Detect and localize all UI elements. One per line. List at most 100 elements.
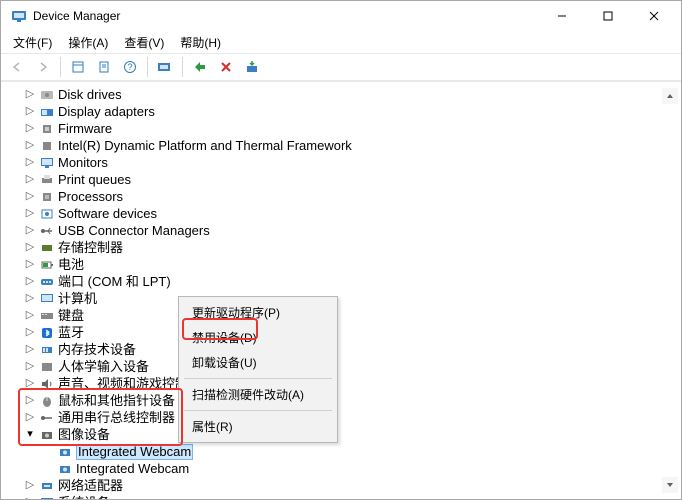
chevron-right-icon[interactable]: ▷ — [23, 103, 37, 120]
node-system-devices[interactable]: ▷系统设备 — [5, 494, 677, 499]
device-manager-window: Device Manager 文件(F) 操作(A) 查看(V) 帮助(H) ?… — [0, 0, 682, 500]
node-firmware[interactable]: ▷Firmware — [5, 120, 677, 137]
chevron-right-icon[interactable]: ▷ — [23, 358, 37, 375]
enable-button[interactable] — [188, 55, 212, 79]
chevron-right-icon[interactable]: ▷ — [23, 171, 37, 188]
menu-action[interactable]: 操作(A) — [62, 32, 114, 53]
menu-help[interactable]: 帮助(H) — [174, 32, 227, 53]
node-software-devices[interactable]: ▷Software devices — [5, 205, 677, 222]
toolbar: ? — [1, 53, 681, 81]
usb-icon — [39, 223, 55, 239]
chevron-right-icon[interactable]: ▷ — [23, 324, 37, 341]
node-usb-connectors[interactable]: ▷USB Connector Managers — [5, 222, 677, 239]
node-network-adapters[interactable]: ▷网络适配器 — [5, 477, 677, 494]
chip-icon — [39, 121, 55, 137]
app-icon — [11, 8, 27, 24]
mouse-icon — [39, 393, 55, 409]
node-hid[interactable]: ▷人体学输入设备 — [5, 358, 677, 375]
chevron-right-icon[interactable]: ▷ — [23, 409, 37, 426]
node-disk-drives[interactable]: ▷Disk drives — [5, 86, 677, 103]
chevron-right-icon[interactable]: ▷ — [23, 222, 37, 239]
network-icon — [39, 478, 55, 494]
chevron-right-icon[interactable]: ▷ — [23, 392, 37, 409]
gpu-icon — [39, 104, 55, 120]
node-storage-controllers[interactable]: ▷存储控制器 — [5, 239, 677, 256]
ctx-separator1 — [184, 378, 332, 379]
software-icon — [39, 206, 55, 222]
node-display-adapters[interactable]: ▷Display adapters — [5, 103, 677, 120]
scroll-up-icon[interactable] — [662, 88, 678, 104]
menubar: 文件(F) 操作(A) 查看(V) 帮助(H) — [1, 31, 681, 53]
hid-icon — [39, 359, 55, 375]
node-imaging-devices[interactable]: ▾图像设备 — [5, 426, 677, 443]
maximize-button[interactable] — [585, 1, 631, 31]
node-intel-dptf[interactable]: ▷Intel(R) Dynamic Platform and Thermal F… — [5, 137, 677, 154]
node-sound[interactable]: ▷声音、视频和游戏控制 — [5, 375, 677, 392]
chevron-right-icon[interactable]: ▷ — [23, 256, 37, 273]
node-memory-tech[interactable]: ▷内存技术设备 — [5, 341, 677, 358]
titlebar: Device Manager — [1, 1, 681, 31]
bluetooth-icon — [39, 325, 55, 341]
node-print-queues[interactable]: ▷Print queues — [5, 171, 677, 188]
battery-icon — [39, 257, 55, 273]
node-integrated-webcam-2[interactable]: Integrated Webcam — [5, 460, 677, 477]
memory-icon — [39, 342, 55, 358]
node-keyboard[interactable]: ▷键盘 — [5, 307, 677, 324]
scroll-down-icon[interactable] — [662, 477, 678, 493]
chevron-down-icon[interactable]: ▾ — [23, 426, 37, 443]
menu-file[interactable]: 文件(F) — [7, 32, 58, 53]
chevron-right-icon[interactable]: ▷ — [23, 290, 37, 307]
port-icon — [39, 274, 55, 290]
vertical-scrollbar[interactable] — [662, 88, 678, 493]
chevron-right-icon[interactable]: ▷ — [23, 86, 37, 103]
chevron-right-icon[interactable]: ▷ — [23, 205, 37, 222]
ctx-update-driver[interactable]: 更新驱动程序(P) — [182, 300, 334, 325]
chevron-right-icon[interactable]: ▷ — [23, 307, 37, 324]
node-mouse[interactable]: ▷鼠标和其他指针设备 — [5, 392, 677, 409]
help-button[interactable]: ? — [118, 55, 142, 79]
chevron-right-icon[interactable]: ▷ — [23, 273, 37, 290]
device-tree[interactable]: ▷Disk drives ▷Display adapters ▷Firmware… — [3, 86, 679, 499]
ctx-disable-device[interactable]: 禁用设备(D) — [182, 325, 334, 350]
chevron-right-icon[interactable]: ▷ — [23, 137, 37, 154]
node-computer[interactable]: ▷计算机 — [5, 290, 677, 307]
svg-text:?: ? — [127, 62, 132, 72]
ctx-properties[interactable]: 属性(R) — [182, 414, 334, 439]
show-hide-button[interactable] — [66, 55, 90, 79]
chevron-right-icon[interactable]: ▷ — [23, 341, 37, 358]
chevron-right-icon[interactable]: ▷ — [23, 375, 37, 392]
minimize-button[interactable] — [539, 1, 585, 31]
uninstall-button[interactable] — [240, 55, 264, 79]
window-title: Device Manager — [33, 9, 539, 23]
chevron-right-icon[interactable]: ▷ — [23, 494, 37, 499]
node-bluetooth[interactable]: ▷蓝牙 — [5, 324, 677, 341]
ctx-separator2 — [184, 410, 332, 411]
node-ports[interactable]: ▷端口 (COM 和 LPT) — [5, 273, 677, 290]
properties-button[interactable] — [92, 55, 116, 79]
scan-hardware-button[interactable] — [153, 55, 177, 79]
chip-icon — [39, 138, 55, 154]
node-processors[interactable]: ▷Processors — [5, 188, 677, 205]
separator3 — [182, 57, 183, 77]
disable-button[interactable] — [214, 55, 238, 79]
close-button[interactable] — [631, 1, 677, 31]
ctx-uninstall-device[interactable]: 卸载设备(U) — [182, 350, 334, 375]
node-monitors[interactable]: ▷Monitors — [5, 154, 677, 171]
node-integrated-webcam-1[interactable]: Integrated Webcam — [5, 443, 677, 460]
cpu-icon — [39, 189, 55, 205]
chevron-right-icon[interactable]: ▷ — [23, 239, 37, 256]
chevron-right-icon[interactable]: ▷ — [23, 477, 37, 494]
back-button[interactable] — [5, 55, 29, 79]
ctx-scan-hardware[interactable]: 扫描检测硬件改动(A) — [182, 382, 334, 407]
chevron-right-icon[interactable]: ▷ — [23, 188, 37, 205]
chevron-right-icon[interactable]: ▷ — [23, 154, 37, 171]
disk-icon — [39, 87, 55, 103]
separator1 — [60, 57, 61, 77]
storage-icon — [39, 240, 55, 256]
chevron-right-icon[interactable]: ▷ — [23, 120, 37, 137]
menu-view[interactable]: 查看(V) — [118, 32, 170, 53]
node-usb-controllers[interactable]: ▷通用串行总线控制器 — [5, 409, 677, 426]
node-battery[interactable]: ▷电池 — [5, 256, 677, 273]
forward-button[interactable] — [31, 55, 55, 79]
monitor-icon — [39, 155, 55, 171]
